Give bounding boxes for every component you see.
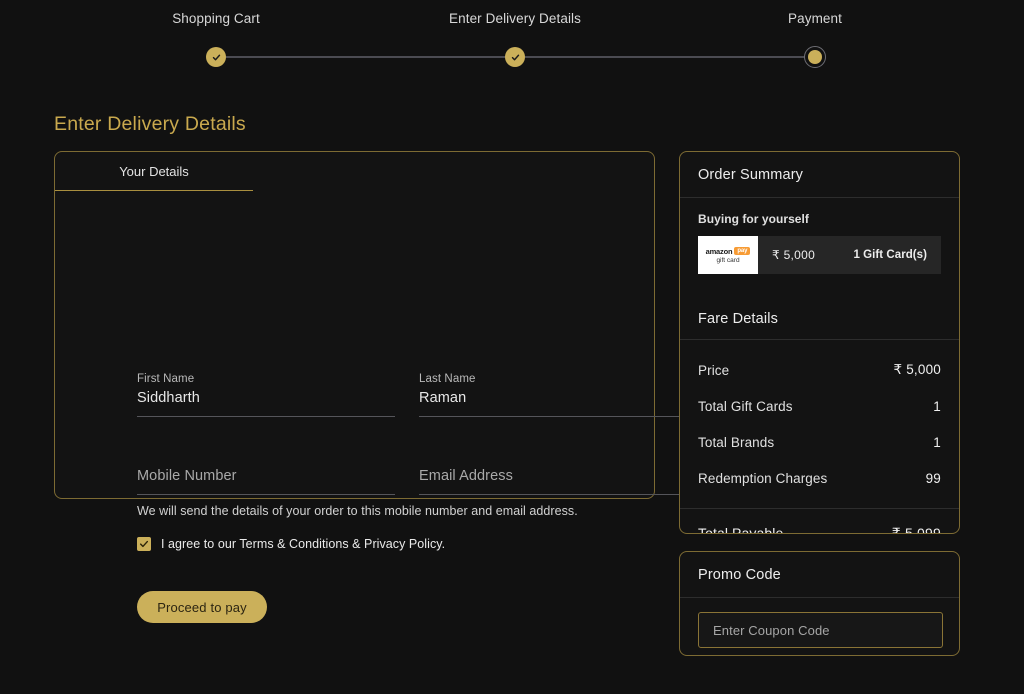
email-address-placeholder: Email Address (419, 468, 513, 484)
email-address-underline (419, 494, 681, 495)
promo-code-card: Promo Code (679, 551, 960, 656)
fare-row-total-brands: Total Brands 1 (698, 424, 941, 460)
gift-card-amount: ₹ 5,000 (772, 248, 816, 262)
fare-details-title: Fare Details (680, 298, 959, 340)
tab-your-details[interactable]: Your Details (55, 152, 253, 191)
amazon-wordmark: amazon (705, 246, 733, 256)
check-icon (139, 540, 149, 548)
current-step-dot (808, 50, 822, 64)
check-icon (212, 54, 220, 60)
step-node-delivery-details[interactable] (505, 47, 525, 67)
stepper-labels: Shopping Cart Enter Delivery Details Pay… (0, 11, 1024, 31)
step-label-shopping-cart: Shopping Cart (172, 11, 260, 26)
check-icon (511, 54, 519, 60)
fare-key: Total Gift Cards (698, 398, 793, 414)
last-name-field[interactable]: Last Name Raman (419, 373, 681, 417)
step-node-shopping-cart[interactable] (206, 47, 226, 67)
mobile-number-underline (137, 494, 395, 495)
terms-agreement-label[interactable]: I agree to our Terms & Conditions & Priv… (161, 537, 445, 551)
checkout-page: Shopping Cart Enter Delivery Details Pay… (0, 0, 1024, 694)
mobile-number-field[interactable]: Mobile Number (137, 451, 395, 495)
last-name-underline (419, 416, 681, 417)
delivery-note: We will send the details of your order t… (137, 504, 578, 518)
fare-key: Redemption Charges (698, 470, 828, 486)
proceed-to-pay-button[interactable]: Proceed to pay (137, 591, 267, 623)
fare-row-redemption-charges: Redemption Charges 99 (698, 460, 941, 496)
fare-value: 99 (925, 470, 941, 486)
amazon-pay-logo: amazon pay (706, 247, 751, 256)
first-name-underline (137, 416, 395, 417)
coupon-input-wrap (680, 598, 959, 648)
order-summary-title: Order Summary (680, 152, 959, 198)
fare-value: 1 (933, 398, 941, 414)
fare-value: ₹ 5,000 (893, 362, 941, 377)
details-tabs: Your Details (55, 152, 656, 191)
last-name-value: Raman (419, 390, 467, 406)
total-payable-value: ₹ 5,099 (891, 524, 941, 534)
first-name-field[interactable]: First Name Siddharth (137, 373, 395, 417)
fare-row-total-gift-cards: Total Gift Cards 1 (698, 388, 941, 424)
terms-checkbox[interactable] (137, 537, 151, 551)
step-label-payment: Payment (788, 11, 842, 26)
delivery-details-card: Your Details First Name Siddharth Last N… (54, 151, 681, 623)
fare-details-list: Price ₹ 5,000 Total Gift Cards 1 Total B… (680, 340, 959, 506)
promo-code-title: Promo Code (680, 552, 959, 598)
total-payable-row: Total Payable ₹ 5,099 (680, 509, 959, 534)
fare-key: Total Brands (698, 434, 775, 450)
fare-key: Price (698, 362, 730, 378)
pay-badge: pay (734, 247, 751, 255)
page-title: Enter Delivery Details (54, 113, 246, 135)
step-node-payment[interactable] (804, 46, 826, 68)
first-name-value: Siddharth (137, 390, 200, 406)
buying-for-label: Buying for yourself (698, 212, 809, 226)
gift-card-sublabel: gift card (716, 256, 740, 264)
total-payable-label: Total Payable (698, 525, 784, 534)
step-label-delivery-details: Enter Delivery Details (449, 11, 581, 26)
fare-row-price: Price ₹ 5,000 (698, 352, 941, 388)
order-summary-card: Order Summary Buying for yourself amazon… (679, 151, 960, 534)
email-address-field[interactable]: Email Address (419, 451, 681, 495)
fare-value: 1 (933, 434, 941, 450)
amazon-pay-gift-card-thumbnail: amazon pay gift card (698, 236, 758, 274)
terms-agreement-row: I agree to our Terms & Conditions & Priv… (137, 537, 445, 551)
coupon-code-input[interactable] (698, 612, 943, 648)
checkout-stepper: Shopping Cart Enter Delivery Details Pay… (0, 0, 1024, 90)
last-name-label: Last Name (419, 373, 476, 385)
first-name-label: First Name (137, 373, 195, 385)
gift-card-count: 1 Gift Card(s) (853, 249, 927, 261)
gift-card-item-row[interactable]: amazon pay gift card ₹ 5,000 1 Gift Card… (698, 236, 941, 274)
mobile-number-placeholder: Mobile Number (137, 468, 237, 484)
